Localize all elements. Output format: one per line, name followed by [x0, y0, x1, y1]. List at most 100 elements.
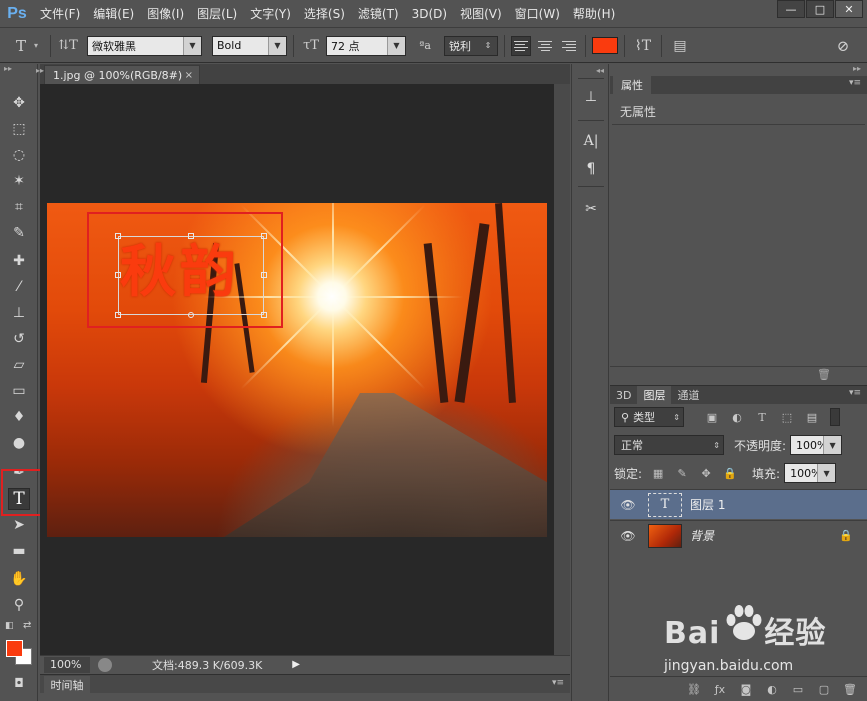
- menu-type[interactable]: 文字(Y): [250, 5, 291, 22]
- zoom-field[interactable]: 100%: [44, 656, 90, 673]
- brush-presets-icon[interactable]: ✂: [580, 198, 602, 220]
- zoom-tool-icon[interactable]: ⚲: [8, 594, 30, 616]
- character-panel-icon[interactable]: ▤: [668, 38, 692, 54]
- lasso-tool-icon[interactable]: ◌: [8, 144, 30, 166]
- anti-alias-select[interactable]: 锐利 ⇕: [444, 35, 498, 56]
- maximize-button[interactable]: □: [806, 0, 834, 18]
- menu-file[interactable]: 文件(F): [40, 5, 80, 22]
- eye-icon[interactable]: 👁: [618, 529, 638, 543]
- healing-brush-tool-icon[interactable]: ✚: [8, 250, 30, 272]
- canvas-image[interactable]: 秋韵: [47, 203, 547, 537]
- menu-edit[interactable]: 编辑(E): [93, 5, 134, 22]
- collapse-arrows-icon[interactable]: ◂◂: [596, 66, 604, 75]
- menu-help[interactable]: 帮助(H): [573, 5, 615, 22]
- shape-filter-icon[interactable]: ⬚: [779, 409, 795, 425]
- fx-icon[interactable]: ƒx: [713, 683, 727, 696]
- close-tab-icon[interactable]: ×: [185, 70, 193, 81]
- panel-menu-icon[interactable]: ▾≡: [849, 388, 861, 398]
- tab-properties[interactable]: 属性: [613, 76, 651, 94]
- text-color-swatch[interactable]: [592, 37, 618, 54]
- layer-row[interactable]: 👁 T 图层 1: [610, 489, 867, 519]
- gradient-tool-icon[interactable]: ▭: [8, 380, 30, 402]
- tool-presets-icon[interactable]: ⊥: [580, 86, 602, 108]
- pixel-filter-icon[interactable]: ▣: [704, 409, 720, 425]
- dodge-tool-icon[interactable]: ●: [8, 432, 30, 454]
- move-tool-icon[interactable]: ✥: [8, 92, 30, 114]
- minimize-button[interactable]: —: [777, 0, 805, 18]
- opacity-input[interactable]: 100% ▼: [790, 435, 843, 455]
- layer-name[interactable]: 图层 1: [690, 496, 725, 513]
- fill-input[interactable]: 100% ▼: [784, 463, 837, 483]
- adjustment-icon[interactable]: ◐: [765, 683, 779, 696]
- tab-channels[interactable]: 通道: [671, 386, 705, 404]
- tab-layers[interactable]: 图层: [637, 386, 672, 404]
- preset-chevron-down-icon[interactable]: ▾: [34, 41, 44, 50]
- quick-mask-icon[interactable]: ◘: [8, 672, 30, 694]
- smart-object-filter-icon[interactable]: ▤: [804, 409, 820, 425]
- type-tool-preset-icon[interactable]: T: [8, 37, 34, 55]
- tab-3d[interactable]: 3D: [610, 386, 637, 404]
- magic-wand-tool-icon[interactable]: ✶: [8, 170, 30, 192]
- new-layer-icon[interactable]: ▢: [817, 683, 831, 696]
- warp-text-icon[interactable]: ⌇T: [631, 38, 655, 54]
- clone-stamp-tool-icon[interactable]: ⊥: [8, 302, 30, 324]
- vertical-scrollbar[interactable]: [554, 84, 570, 655]
- align-center-button[interactable]: [535, 36, 555, 56]
- menu-3d[interactable]: 3D(D): [412, 7, 447, 21]
- blur-tool-icon[interactable]: ♦: [8, 406, 30, 428]
- eye-icon[interactable]: 👁: [618, 498, 638, 512]
- path-selection-tool-icon[interactable]: ➤: [8, 514, 30, 536]
- mask-icon[interactable]: ◙: [739, 683, 753, 696]
- lock-all-icon[interactable]: 🔒: [722, 465, 738, 481]
- link-icon[interactable]: ⛓: [687, 683, 701, 696]
- folder-icon[interactable]: ▭: [791, 683, 805, 696]
- close-button[interactable]: ✕: [835, 0, 863, 18]
- menu-view[interactable]: 视图(V): [460, 5, 502, 22]
- menu-select[interactable]: 选择(S): [304, 5, 345, 22]
- trash-icon[interactable]: 🗑: [843, 683, 857, 696]
- trash-icon[interactable]: 🗑: [817, 368, 831, 381]
- lock-transparent-icon[interactable]: ▦: [650, 465, 666, 481]
- type-filter-icon[interactable]: T: [754, 409, 770, 425]
- eyedropper-tool-icon[interactable]: ✎: [8, 222, 30, 244]
- foreground-color-swatch[interactable]: [6, 640, 23, 657]
- eraser-tool-icon[interactable]: ▱: [8, 354, 30, 376]
- adjustment-filter-icon[interactable]: ◐: [729, 409, 745, 425]
- lock-position-icon[interactable]: ✥: [698, 465, 714, 481]
- brush-tool-icon[interactable]: ⁄: [8, 276, 30, 298]
- font-family-select[interactable]: 微软雅黑 ▼: [87, 35, 202, 56]
- menu-image[interactable]: 图像(I): [147, 5, 184, 22]
- timeline-tab[interactable]: 时间轴: [44, 676, 90, 694]
- layer-name[interactable]: 背景: [690, 527, 714, 544]
- hand-tool-icon[interactable]: ✋: [8, 568, 30, 590]
- text-orientation-icon[interactable]: ⇅T: [57, 38, 79, 53]
- menu-filter[interactable]: 滤镜(T): [358, 5, 399, 22]
- history-brush-tool-icon[interactable]: ↺: [8, 328, 30, 350]
- layer-filter-select[interactable]: ⚲ 类型 ⇕: [614, 407, 684, 427]
- collapse-arrows-icon[interactable]: ▸▸: [853, 64, 861, 73]
- lock-image-icon[interactable]: ✎: [674, 465, 690, 481]
- align-right-button[interactable]: [559, 36, 579, 56]
- paragraph-icon[interactable]: ¶: [580, 158, 602, 180]
- chevron-updown-icon: ⇕: [479, 36, 497, 55]
- align-left-button[interactable]: [511, 35, 531, 56]
- character-icon[interactable]: A|: [580, 130, 602, 152]
- blend-mode-select[interactable]: 正常 ⇕: [614, 435, 724, 455]
- status-info-icon[interactable]: [98, 657, 112, 672]
- default-colors-icon[interactable]: ◧: [5, 621, 14, 631]
- rectangle-tool-icon[interactable]: ▬: [8, 540, 30, 562]
- panel-menu-icon[interactable]: ▾≡: [849, 78, 861, 88]
- font-style-select[interactable]: Bold ▼: [212, 35, 287, 56]
- crop-tool-icon[interactable]: ⌗: [8, 196, 30, 218]
- layer-row[interactable]: 👁 背景 🔒: [610, 520, 867, 550]
- status-menu-arrow-icon[interactable]: ▶: [292, 659, 300, 670]
- cancel-icon[interactable]: ⊘: [831, 37, 855, 55]
- filter-toggle[interactable]: [830, 408, 840, 426]
- menu-layer[interactable]: 图层(L): [197, 5, 237, 22]
- marquee-tool-icon[interactable]: ⬚: [8, 118, 30, 140]
- swap-colors-icon[interactable]: ⇄: [23, 620, 31, 631]
- menu-window[interactable]: 窗口(W): [515, 5, 560, 22]
- font-size-select[interactable]: 72 点 ▼: [326, 35, 406, 56]
- panel-menu-icon[interactable]: ▾≡: [552, 678, 564, 688]
- document-tab[interactable]: 1.jpg @ 100%(RGB/8#) ×: [44, 65, 200, 84]
